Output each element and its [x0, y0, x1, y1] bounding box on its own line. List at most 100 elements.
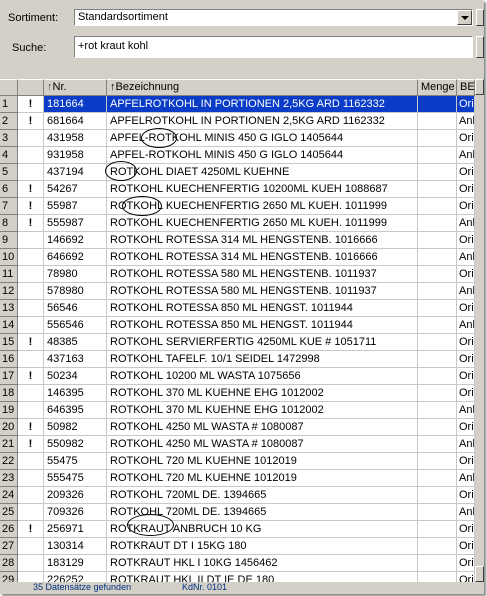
table-row[interactable]: 29 226252ROTKRAUT HKL II DT IE DE 180 Orig — [0, 572, 475, 582]
unit-cell: Orig — [457, 351, 475, 368]
row-number: 27 — [0, 538, 18, 555]
table-row[interactable]: 13 56546 ROTKOHL ROTESSA 850 ML HENGST. 10… — [0, 300, 475, 317]
row-number: 12 — [0, 283, 18, 300]
article-number: 78980 — [44, 266, 107, 283]
unit-cell: Anb — [457, 317, 475, 334]
article-number: 183129 — [44, 555, 107, 572]
article-description: ROTKOHL 370 ML KUEHNE EHG 1012002 — [107, 402, 418, 419]
row-number: 15 — [0, 334, 18, 351]
flag-icon — [18, 317, 44, 334]
table-row[interactable]: 27 130314ROTKRAUT DT I 15KG 180 Orig — [0, 538, 475, 555]
row-number: 23 — [0, 470, 18, 487]
row-number: 21 — [0, 436, 18, 453]
row-number: 17 — [0, 368, 18, 385]
sortiment-value: Standardsortiment — [78, 11, 168, 23]
unit-cell: Orig — [457, 334, 475, 351]
side-button-search[interactable] — [476, 36, 484, 58]
table-row[interactable]: 20! 50982 ROTKOHL 4250 ML WASTA # 1080087 O… — [0, 419, 475, 436]
article-number: 181664 — [44, 96, 107, 113]
quantity-cell — [418, 113, 457, 130]
article-description: ROTKOHL SERVIERFERTIG 4250ML KUE # 10517… — [107, 334, 418, 351]
table-row[interactable]: 18 146395 ROTKOHL 370 ML KUEHNE EHG 101200… — [0, 385, 475, 402]
vertical-scrollbar[interactable] — [475, 79, 484, 582]
sortiment-combobox[interactable]: Standardsortiment — [74, 9, 473, 26]
table-row[interactable]: 8! 555987 ROTKOHL KUECHENFERTIG 2650 ML KU… — [0, 215, 475, 232]
unit-cell: Orig — [457, 538, 475, 555]
table-row[interactable]: 3 431958 APFEL-ROTKOHL MINIS 450 G IGLO 14… — [0, 130, 475, 147]
chevron-down-icon[interactable] — [457, 10, 472, 25]
header-nr-label: Nr. — [52, 81, 67, 93]
table-row[interactable]: 14 556546 ROTKOHL ROTESSA 850 ML HENGST. 1… — [0, 317, 475, 334]
flag-icon — [18, 453, 44, 470]
status-bar: 35 Datensätze gefunden KdNr. 0101 — [0, 582, 484, 594]
quantity-cell — [418, 538, 457, 555]
search-input[interactable]: +rot kraut kohl — [74, 36, 473, 58]
quantity-cell — [418, 453, 457, 470]
header-flag[interactable] — [18, 79, 44, 96]
flag-icon — [18, 232, 44, 249]
article-description: ROTKOHL 10200 ML WASTA 1075656 — [107, 368, 418, 385]
row-number: 16 — [0, 351, 18, 368]
row-number: 26 — [0, 521, 18, 538]
table-row[interactable]: 6! 54267 ROTKOHL KUECHENFERTIG 10200ML KUE… — [0, 181, 475, 198]
header-bezeichnung[interactable]: ↑Bezeichnung — [107, 79, 418, 96]
table-row[interactable]: 15! 48385 ROTKOHL SERVIERFERTIG 4250ML KUE… — [0, 334, 475, 351]
unit-cell: Orig — [457, 453, 475, 470]
table-row[interactable]: 1! 181664 APFELROTKOHL IN PORTIONEN 2,5KG … — [0, 96, 475, 113]
unit-cell: Orig — [457, 555, 475, 572]
search-input-value: +rot kraut kohl — [78, 40, 149, 52]
article-number: 431958 — [44, 130, 107, 147]
row-number: 3 — [0, 130, 18, 147]
article-description: ROTKOHL DIAET 4250ML KUEHNE — [107, 164, 418, 181]
table-row[interactable]: 28 183129ROTKRAUT HKL I 10KG 1456462 Orig — [0, 555, 475, 572]
unit-cell: Orig — [457, 164, 475, 181]
flag-icon — [18, 300, 44, 317]
unit-cell: Orig — [457, 521, 475, 538]
header-be[interactable]: BE — [457, 79, 475, 96]
article-number: 931958 — [44, 147, 107, 164]
table-row[interactable]: 22 55475ROTKOHL 720 ML KUEHNE 1012019 Orig — [0, 453, 475, 470]
row-number: 24 — [0, 487, 18, 504]
flag-icon: ! — [18, 181, 44, 198]
table-row[interactable]: 9 146692 ROTKOHL ROTESSA 314 ML HENGSTENB.… — [0, 232, 475, 249]
table-row[interactable]: 12 578980 ROTKOHL ROTESSA 580 ML HENGSTENB… — [0, 283, 475, 300]
table-row[interactable]: 5 437194ROTKOHL DIAET 4250ML KUEHNE Orig — [0, 164, 475, 181]
table-row[interactable]: 25 709326ROTKOHL 720ML DE. 1394665 Anb — [0, 504, 475, 521]
row-number: 29 — [0, 572, 18, 582]
flag-icon: ! — [18, 419, 44, 436]
table-row[interactable]: 26!256971ROTKRAUT ANBRUCH 10 KG Orig — [0, 521, 475, 538]
results-grid: ↑Nr. ↑Bezeichnung Menge BE 1! 181664 APFEL… — [0, 79, 475, 582]
article-description: APFELROTKOHL IN PORTIONEN 2,5KG ARD 1162… — [107, 96, 418, 113]
quantity-cell — [418, 96, 457, 113]
unit-cell: Anb — [457, 147, 475, 164]
table-row[interactable]: 23 555475ROTKOHL 720 ML KUEHNE 1012019 Anb — [0, 470, 475, 487]
quantity-cell — [418, 317, 457, 334]
table-row[interactable]: 10 646692 ROTKOHL ROTESSA 314 ML HENGSTENB… — [0, 249, 475, 266]
table-row[interactable]: 19 646395 ROTKOHL 370 ML KUEHNE EHG 101200… — [0, 402, 475, 419]
side-button-top[interactable] — [476, 9, 484, 26]
article-description: APFEL-ROTKOHL MINIS 450 G IGLO 1405644 — [107, 130, 418, 147]
table-row[interactable]: 21! 550982 ROTKOHL 4250 ML WASTA # 1080087… — [0, 436, 475, 453]
table-row[interactable]: 11 78980 ROTKOHL ROTESSA 580 ML HENGSTENB.… — [0, 266, 475, 283]
table-row[interactable]: 2! 681664 APFELROTKOHL IN PORTIONEN 2,5KG … — [0, 113, 475, 130]
unit-cell: Orig — [457, 266, 475, 283]
unit-cell: Anb — [457, 504, 475, 521]
table-row[interactable]: 4 931958 APFEL-ROTKOHL MINIS 450 G IGLO 14… — [0, 147, 475, 164]
row-number: 20 — [0, 419, 18, 436]
scroll-down-button[interactable] — [475, 566, 484, 582]
table-row[interactable]: 24 209326ROTKOHL 720ML DE. 1394665 Orig — [0, 487, 475, 504]
article-number: 709326 — [44, 504, 107, 521]
header-nr[interactable]: ↑Nr. — [44, 79, 107, 96]
article-description: APFEL-ROTKOHL MINIS 450 G IGLO 1405644 — [107, 147, 418, 164]
table-row[interactable]: 16 437163 ROTKOHL TAFELF. 10/1 SEIDEL 1472… — [0, 351, 475, 368]
scroll-up-button[interactable] — [475, 79, 484, 95]
header-menge[interactable]: Menge — [418, 79, 457, 96]
table-row[interactable]: 17! 50234 ROTKOHL 10200 ML WASTA 1075656 Or… — [0, 368, 475, 385]
flag-icon — [18, 249, 44, 266]
article-number: 55987 — [44, 198, 107, 215]
article-number: 50234 — [44, 368, 107, 385]
quantity-cell — [418, 351, 457, 368]
quantity-cell — [418, 249, 457, 266]
article-description: ROTKRAUT HKL II DT IE DE 180 — [107, 572, 418, 582]
table-row[interactable]: 7! 55987 ROTKOHL KUECHENFERTIG 2650 ML KUE… — [0, 198, 475, 215]
